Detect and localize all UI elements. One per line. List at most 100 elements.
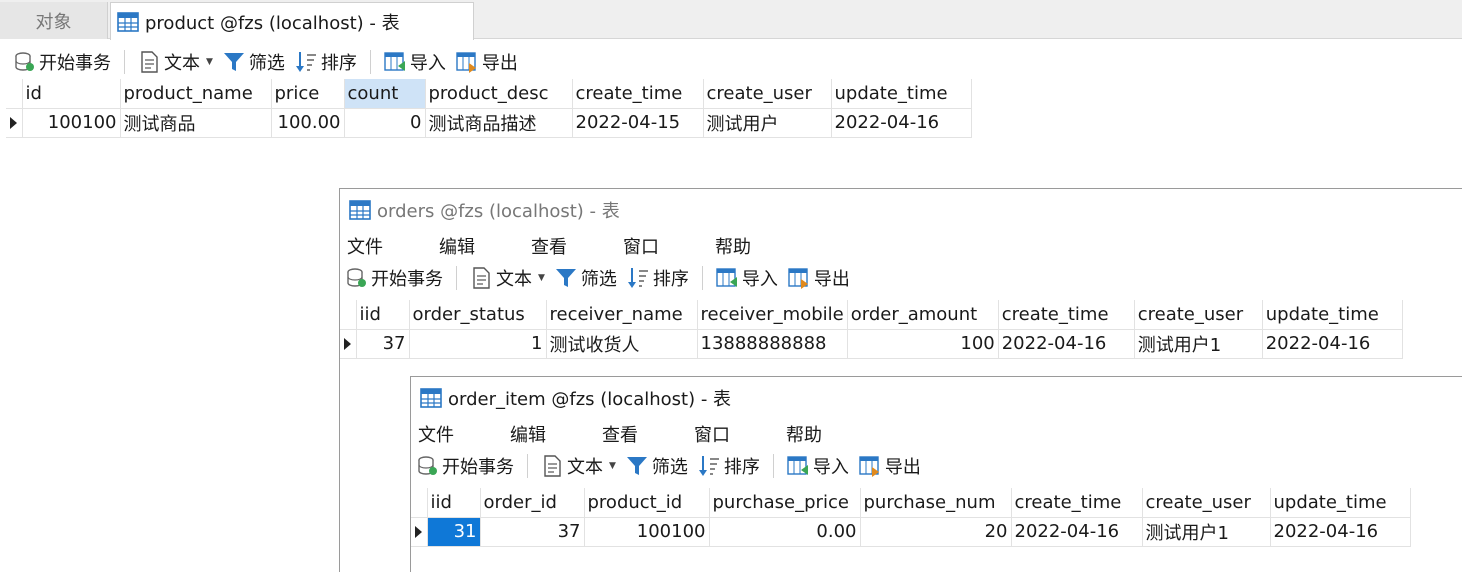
table-cell[interactable]: 100100 <box>22 108 121 138</box>
column-header[interactable]: order_amount <box>847 300 999 330</box>
table-cell[interactable]: 测试用户1 <box>1134 329 1263 359</box>
tab-objects[interactable]: 对象 <box>0 2 108 39</box>
table-cell[interactable]: 1 <box>409 329 547 359</box>
export-button[interactable]: 导出 <box>783 263 855 293</box>
menu-file[interactable]: 文件 <box>341 233 389 259</box>
tab-product-label: product @fzs (localhost) - 表 <box>145 12 400 34</box>
begin-transaction-button[interactable]: 开始事务 <box>8 47 116 77</box>
row-pointer-icon[interactable] <box>411 517 428 547</box>
menu-help[interactable]: 帮助 <box>780 421 828 447</box>
column-header[interactable]: purchase_num <box>860 488 1012 518</box>
column-header[interactable]: create_time <box>998 300 1135 330</box>
column-header[interactable]: id <box>22 79 121 109</box>
table-cell[interactable]: 100.00 <box>271 108 345 138</box>
column-header[interactable]: product_name <box>120 79 272 109</box>
export-button[interactable]: 导出 <box>451 47 523 77</box>
table-cell[interactable]: 13888888888 <box>697 329 848 359</box>
table-cell[interactable]: 测试用户1 <box>1142 517 1271 547</box>
table-cell[interactable]: 2022-04-16 <box>1270 517 1411 547</box>
filter-button[interactable]: 筛选 <box>621 451 693 481</box>
import-button[interactable]: 导入 <box>379 47 451 77</box>
column-header[interactable]: order_status <box>409 300 547 330</box>
table-cell[interactable]: 0 <box>344 108 426 138</box>
filter-button[interactable]: 筛选 <box>218 47 290 77</box>
column-header[interactable]: iid <box>427 488 481 518</box>
import-button[interactable]: 导入 <box>711 263 783 293</box>
text-button[interactable]: 文本 ▼ <box>133 47 218 77</box>
text-button[interactable]: 文本 ▼ <box>536 451 621 481</box>
table-cell[interactable]: 20 <box>860 517 1012 547</box>
column-header[interactable]: create_user <box>1134 300 1263 330</box>
table-row[interactable]: 31 37 100100 0.00 20 2022-04-16 测试用户1 20… <box>411 517 1411 547</box>
table-cell-current[interactable]: 31 <box>427 517 481 547</box>
menu-view[interactable]: 查看 <box>596 421 644 447</box>
column-header[interactable]: receiver_name <box>546 300 698 330</box>
sort-button[interactable]: 排序 <box>290 47 362 77</box>
row-pointer-icon[interactable] <box>6 108 23 138</box>
toolbar-separator <box>527 454 528 478</box>
table-icon <box>117 11 139 32</box>
column-header[interactable]: update_time <box>1262 300 1403 330</box>
column-header[interactable]: create_time <box>1011 488 1143 518</box>
tab-product[interactable]: product @fzs (localhost) - 表 <box>110 2 474 40</box>
table-cell[interactable]: 2022-04-16 <box>1262 329 1403 359</box>
menu-edit[interactable]: 编辑 <box>504 421 552 447</box>
table-cell[interactable]: 0.00 <box>709 517 861 547</box>
menu-help[interactable]: 帮助 <box>709 233 757 259</box>
order-item-title-bar[interactable]: order_item @fzs (localhost) - 表 <box>411 377 1462 419</box>
table-cell[interactable]: 2022-04-15 <box>572 108 704 138</box>
column-header[interactable]: create_time <box>572 79 704 109</box>
column-header[interactable]: purchase_price <box>709 488 861 518</box>
column-header[interactable]: create_user <box>1142 488 1271 518</box>
column-header[interactable]: product_id <box>584 488 710 518</box>
table-cell[interactable]: 测试用户 <box>703 108 832 138</box>
chevron-down-icon[interactable]: ▼ <box>538 273 545 283</box>
menu-view[interactable]: 查看 <box>525 233 573 259</box>
orders-title-bar[interactable]: orders @fzs (localhost) - 表 <box>340 189 1462 231</box>
sort-button[interactable]: 排序 <box>622 263 694 293</box>
table-row[interactable]: 100100 测试商品 100.00 0 测试商品描述 2022-04-15 测… <box>6 108 972 138</box>
menu-file[interactable]: 文件 <box>412 421 460 447</box>
table-cell[interactable]: 测试商品描述 <box>425 108 573 138</box>
begin-transaction-label: 开始事务 <box>371 269 443 290</box>
begin-transaction-button[interactable]: 开始事务 <box>340 263 448 293</box>
column-header[interactable]: order_id <box>480 488 585 518</box>
column-header-selected[interactable]: count <box>344 79 426 109</box>
column-header[interactable]: product_desc <box>425 79 573 109</box>
filter-label: 筛选 <box>248 53 285 74</box>
row-pointer-icon[interactable] <box>340 329 357 359</box>
table-cell[interactable]: 测试商品 <box>120 108 272 138</box>
begin-transaction-button[interactable]: 开始事务 <box>411 451 519 481</box>
export-button[interactable]: 导出 <box>854 451 926 481</box>
table-cell[interactable]: 2022-04-16 <box>998 329 1135 359</box>
column-header[interactable]: create_user <box>703 79 832 109</box>
import-icon <box>716 268 737 287</box>
text-button[interactable]: 文本 ▼ <box>465 263 550 293</box>
menu-window[interactable]: 窗口 <box>688 421 736 447</box>
table-cell[interactable]: 37 <box>480 517 585 547</box>
table-cell[interactable]: 2022-04-16 <box>831 108 972 138</box>
table-cell[interactable]: 100 <box>847 329 999 359</box>
table-cell[interactable]: 测试收货人 <box>546 329 698 359</box>
menu-edit[interactable]: 编辑 <box>433 233 481 259</box>
filter-label: 筛选 <box>580 269 617 290</box>
filter-button[interactable]: 筛选 <box>550 263 622 293</box>
column-header[interactable]: price <box>271 79 345 109</box>
table-cell[interactable]: 2022-04-16 <box>1011 517 1143 547</box>
table-row[interactable]: 37 1 测试收货人 13888888888 100 2022-04-16 测试… <box>340 329 1403 359</box>
sort-button[interactable]: 排序 <box>693 451 765 481</box>
column-header[interactable]: receiver_mobile <box>697 300 848 330</box>
main-toolbar: 开始事务 文本 ▼ 筛选 排序 导入 导出 <box>8 45 523 79</box>
funnel-icon <box>626 457 647 475</box>
column-header[interactable]: update_time <box>1270 488 1411 518</box>
database-icon <box>418 456 437 475</box>
chevron-down-icon[interactable]: ▼ <box>206 57 213 67</box>
column-header[interactable]: update_time <box>831 79 972 109</box>
tab-objects-label: 对象 <box>35 11 72 33</box>
import-button[interactable]: 导入 <box>782 451 854 481</box>
chevron-down-icon[interactable]: ▼ <box>609 461 616 471</box>
table-cell[interactable]: 37 <box>356 329 410 359</box>
menu-window[interactable]: 窗口 <box>617 233 665 259</box>
column-header[interactable]: iid <box>356 300 410 330</box>
table-cell[interactable]: 100100 <box>584 517 710 547</box>
